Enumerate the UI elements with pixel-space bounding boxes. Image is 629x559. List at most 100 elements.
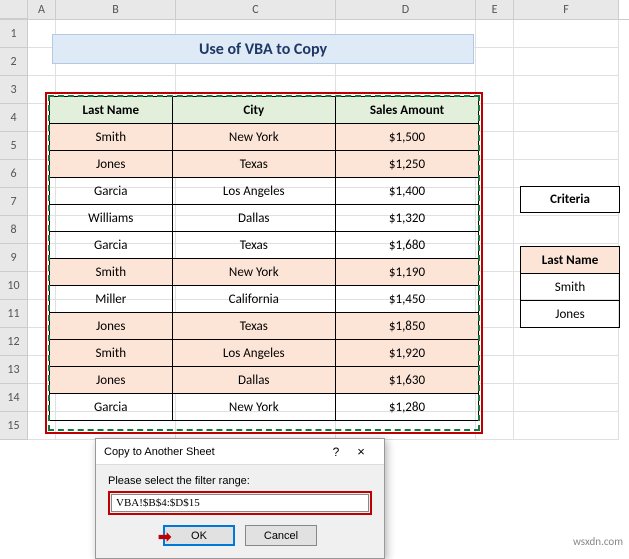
- close-icon[interactable]: ×: [346, 444, 376, 459]
- cell-d[interactable]: $1,500: [335, 124, 478, 151]
- row-header-15[interactable]: 15: [0, 412, 28, 440]
- cell[interactable]: [514, 356, 619, 384]
- cell[interactable]: [476, 20, 514, 48]
- criteria-row[interactable]: Jones: [521, 301, 620, 328]
- cell-d[interactable]: $1,250: [335, 151, 478, 178]
- col-header-a[interactable]: A: [28, 0, 56, 19]
- row-header-3[interactable]: 3: [0, 76, 28, 104]
- table-row[interactable]: JonesTexas$1,850: [50, 313, 479, 340]
- cell[interactable]: [514, 76, 619, 104]
- criteria-row[interactable]: Smith: [521, 274, 620, 301]
- cell[interactable]: [476, 76, 514, 104]
- row-header-2[interactable]: 2: [0, 48, 28, 76]
- cell-d[interactable]: $1,320: [335, 205, 478, 232]
- cell[interactable]: [476, 216, 514, 244]
- cancel-button[interactable]: Cancel: [245, 525, 317, 546]
- cell[interactable]: [476, 104, 514, 132]
- criteria-value[interactable]: Smith: [521, 274, 620, 301]
- cell-c[interactable]: New York: [172, 259, 335, 286]
- ok-button[interactable]: OK: [163, 525, 235, 546]
- cell[interactable]: [514, 104, 619, 132]
- help-icon[interactable]: ?: [326, 445, 346, 459]
- row-header-14[interactable]: 14: [0, 384, 28, 412]
- cell-c[interactable]: New York: [172, 394, 335, 421]
- criteria-header[interactable]: Criteria: [520, 186, 620, 213]
- row-header-5[interactable]: 5: [0, 132, 28, 160]
- row-header-13[interactable]: 13: [0, 356, 28, 384]
- table-row[interactable]: GarciaTexas$1,680: [50, 232, 479, 259]
- cell-d[interactable]: $1,630: [335, 367, 478, 394]
- row-header-9[interactable]: 9: [0, 244, 28, 272]
- cell-d[interactable]: $1,190: [335, 259, 478, 286]
- table-row[interactable]: GarciaNew York$1,280: [50, 394, 479, 421]
- table-row[interactable]: GarciaLos Angeles$1,400: [50, 178, 479, 205]
- cell[interactable]: [476, 132, 514, 160]
- col-header-f[interactable]: F: [514, 0, 619, 19]
- cell-b[interactable]: Smith: [50, 259, 173, 286]
- cell-c[interactable]: Los Angeles: [172, 178, 335, 205]
- cell-b[interactable]: Jones: [50, 367, 173, 394]
- cell[interactable]: [514, 384, 619, 412]
- cell[interactable]: [514, 132, 619, 160]
- col-header-d[interactable]: D: [336, 0, 476, 19]
- table-row[interactable]: SmithNew York$1,190: [50, 259, 479, 286]
- cell-b[interactable]: Garcia: [50, 394, 173, 421]
- select-all-corner[interactable]: [0, 0, 28, 19]
- header-sales[interactable]: Sales Amount: [335, 97, 478, 124]
- main-data-table[interactable]: Last Name City Sales Amount SmithNew Yor…: [49, 96, 479, 421]
- table-row[interactable]: JonesTexas$1,250: [50, 151, 479, 178]
- cell-c[interactable]: Los Angeles: [172, 340, 335, 367]
- cell[interactable]: [514, 48, 619, 76]
- cell[interactable]: [514, 412, 619, 440]
- cell-c[interactable]: Texas: [172, 232, 335, 259]
- cell[interactable]: [514, 20, 619, 48]
- cell[interactable]: [476, 48, 514, 76]
- header-city[interactable]: City: [172, 97, 335, 124]
- row-header-11[interactable]: 11: [0, 300, 28, 328]
- cell-b[interactable]: Smith: [50, 340, 173, 367]
- cell-b[interactable]: Jones: [50, 313, 173, 340]
- dialog-titlebar[interactable]: Copy to Another Sheet ? ×: [96, 439, 384, 465]
- cell-d[interactable]: $1,920: [335, 340, 478, 367]
- table-row[interactable]: JonesDallas$1,630: [50, 367, 479, 394]
- cell[interactable]: [476, 356, 514, 384]
- cell[interactable]: [476, 244, 514, 272]
- cell-b[interactable]: Garcia: [50, 178, 173, 205]
- range-input[interactable]: [111, 494, 369, 512]
- row-header-10[interactable]: 10: [0, 272, 28, 300]
- row-header-1[interactable]: 1: [0, 20, 28, 48]
- col-header-c[interactable]: C: [176, 0, 336, 19]
- cell[interactable]: [476, 412, 514, 440]
- cell-d[interactable]: $1,850: [335, 313, 478, 340]
- col-header-b[interactable]: B: [56, 0, 176, 19]
- cell[interactable]: [476, 188, 514, 216]
- cell-c[interactable]: Texas: [172, 313, 335, 340]
- cell-c[interactable]: Texas: [172, 151, 335, 178]
- table-row[interactable]: SmithNew York$1,500: [50, 124, 479, 151]
- criteria-table[interactable]: Last Name SmithJones: [520, 246, 620, 328]
- cell[interactable]: [476, 300, 514, 328]
- cell-c[interactable]: California: [172, 286, 335, 313]
- col-header-e[interactable]: E: [476, 0, 514, 19]
- row-header-4[interactable]: 4: [0, 104, 28, 132]
- table-row[interactable]: MillerCalifornia$1,450: [50, 286, 479, 313]
- cell-c[interactable]: New York: [172, 124, 335, 151]
- cell[interactable]: [476, 328, 514, 356]
- criteria-col-header[interactable]: Last Name: [521, 247, 620, 274]
- cell-b[interactable]: Miller: [50, 286, 173, 313]
- row-header-6[interactable]: 6: [0, 160, 28, 188]
- row-header-8[interactable]: 8: [0, 216, 28, 244]
- cell[interactable]: [476, 384, 514, 412]
- cell[interactable]: [514, 328, 619, 356]
- cell[interactable]: [514, 216, 619, 244]
- criteria-value[interactable]: Jones: [521, 301, 620, 328]
- cell[interactable]: [514, 160, 619, 188]
- cell-d[interactable]: $1,400: [335, 178, 478, 205]
- cell[interactable]: [476, 160, 514, 188]
- cell-c[interactable]: Dallas: [172, 367, 335, 394]
- cell-c[interactable]: Dallas: [172, 205, 335, 232]
- cell-b[interactable]: Jones: [50, 151, 173, 178]
- table-row[interactable]: WilliamsDallas$1,320: [50, 205, 479, 232]
- row-header-7[interactable]: 7: [0, 188, 28, 216]
- cell-d[interactable]: $1,680: [335, 232, 478, 259]
